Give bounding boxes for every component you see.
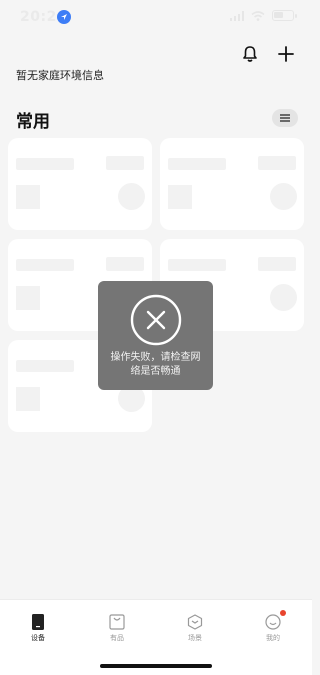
plus-icon[interactable] (276, 44, 296, 64)
close-circle-icon (130, 294, 182, 346)
section-title: 常用 (16, 112, 50, 132)
toast-message-line1: 操作失败，请检查网 (110, 352, 201, 363)
tab-devices[interactable]: 设备 (13, 610, 63, 650)
home-indicator[interactable] (100, 664, 212, 668)
error-toast: 操作失败，请检查网 络是否畅通 (98, 281, 213, 390)
status-indicators (230, 10, 297, 21)
list-menu-icon (280, 114, 290, 122)
tab-profile[interactable]: 我的 (248, 610, 298, 650)
scene-icon (187, 614, 203, 630)
status-bar: 20:24 (0, 0, 312, 34)
profile-icon (265, 614, 281, 630)
list-menu-button[interactable] (272, 109, 298, 127)
signal-icon (230, 10, 244, 21)
location-arrow-icon (57, 10, 71, 24)
device-icon (32, 614, 44, 630)
battery-icon (272, 10, 297, 21)
toast-message: 操作失败，请检查网 络是否畅通 (104, 351, 207, 379)
tab-label: 有品 (110, 634, 124, 642)
toast-message-line2: 络是否畅通 (130, 366, 181, 377)
wifi-icon (251, 10, 265, 21)
shopping-bag-icon (109, 614, 125, 630)
tab-label: 我的 (266, 634, 280, 642)
tab-scenes[interactable]: 场景 (170, 610, 220, 650)
device-card-placeholder[interactable] (8, 138, 152, 230)
tab-shop[interactable]: 有品 (92, 610, 142, 650)
notification-badge (280, 610, 286, 616)
device-card-placeholder[interactable] (160, 138, 304, 230)
tab-label: 设备 (31, 634, 45, 642)
tab-label: 场景 (188, 634, 202, 642)
bell-icon[interactable] (240, 44, 260, 64)
home-environment-info[interactable]: 暂无家庭环境信息 (16, 67, 104, 83)
